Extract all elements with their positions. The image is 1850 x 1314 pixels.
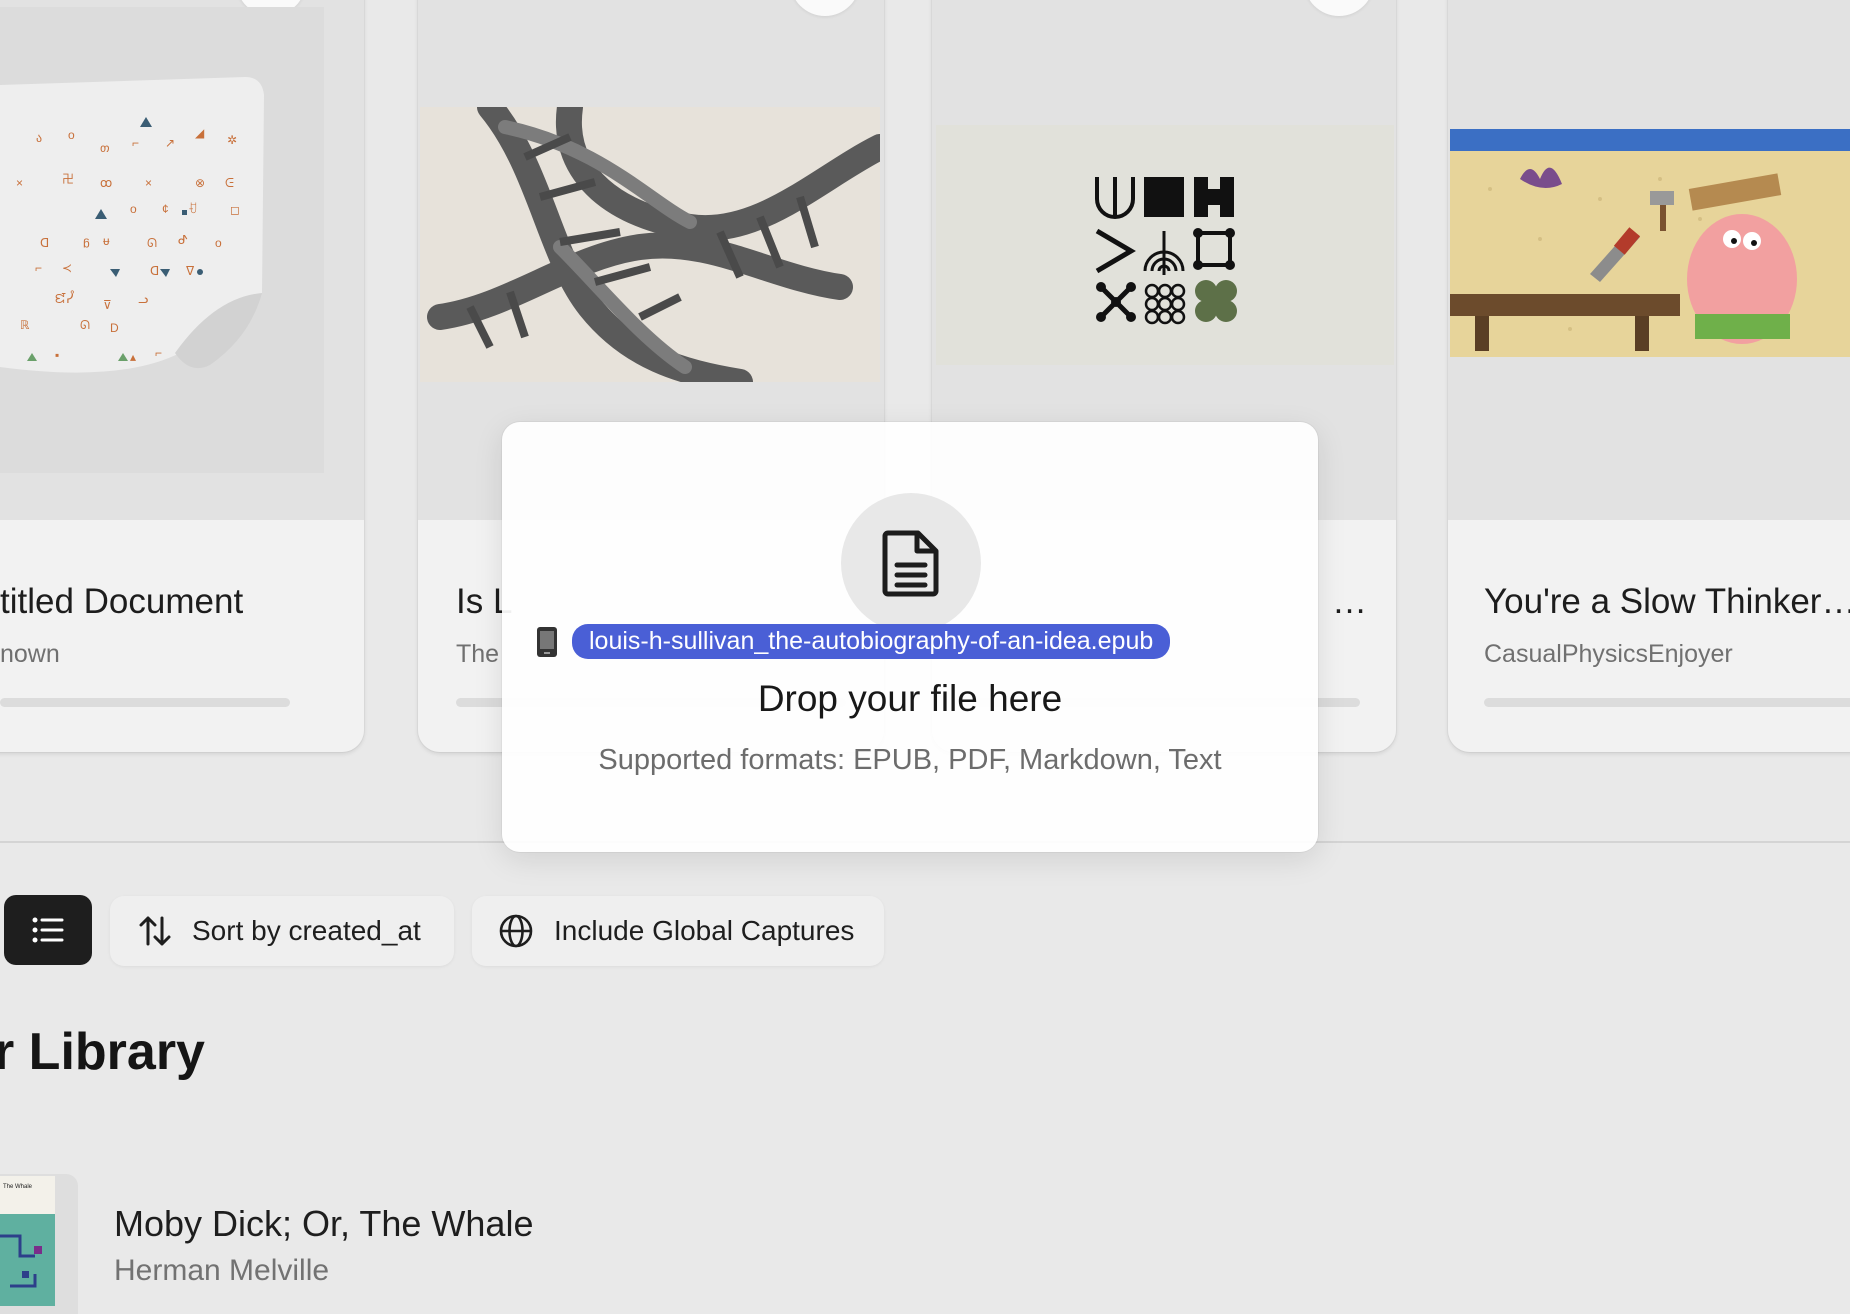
global-captures-label: Include Global Captures: [554, 915, 855, 946]
svg-text:o: o: [68, 128, 75, 142]
svg-text:¢: ¢: [162, 202, 169, 216]
supported-formats: Supported formats: EPUB, PDF, Markdown, …: [598, 744, 1222, 776]
list-view-button[interactable]: [4, 895, 92, 965]
svg-text:ᕮ: ᕮ: [225, 176, 234, 190]
card-author: nown: [0, 640, 60, 668]
svg-text:ᘿᓮ: ᘿᓮ: [55, 289, 74, 306]
svg-text:×: ×: [145, 176, 152, 190]
book-cover: ა o თ ⌐ ↗ ◢ ✲ × 卍 ꝏ × ⊗ ᕮ o ¢ ꀀ ◻ ᗡ ᵷᵾ ᘏ ᕷ o ⌐ ≺ ᗡ ᐁ ᘿᓮ ⊽ ᓗ ℝ ᘏ D…: [0, 7, 324, 473]
sort-button[interactable]: Sort by created_at: [110, 896, 454, 966]
progress-bar: [0, 698, 290, 707]
book-card[interactable]: ა o თ ⌐ ↗ ◢ ✲ × 卍 ꝏ × ⊗ ᕮ o ¢ ꀀ ◻ ᗡ ᵷᵾ ᘏ ᕷ o ⌐ ≺ ᗡ ᐁ ᘿᓮ ⊽ ᓗ ℝ ᘏ D…: [0, 0, 364, 752]
svg-text:⌐: ⌐: [155, 346, 162, 360]
book-thumbnail[interactable]: The Whale: [0, 1176, 55, 1306]
svg-text:ᐁ: ᐁ: [186, 264, 195, 278]
svg-text:თ: თ: [100, 141, 110, 155]
card-title: …: [1332, 582, 1367, 621]
svg-text:ᓗ: ᓗ: [138, 292, 148, 306]
svg-text:↗: ↗: [165, 136, 175, 150]
library-title: r Library: [0, 1023, 205, 1081]
svg-text:▪: ▪: [55, 348, 59, 362]
sort-label: Sort by created_at: [192, 915, 421, 946]
book-title[interactable]: Moby Dick; Or, The Whale: [114, 1203, 533, 1245]
svg-text:ა: ა: [36, 131, 42, 145]
svg-text:▴: ▴: [130, 350, 136, 364]
dragged-file: louis-h-sullivan_the-autobiography-of-an…: [536, 624, 1171, 659]
svg-text:≺: ≺: [62, 261, 72, 275]
card-title: You're a Slow Thinker…: [1484, 582, 1850, 621]
svg-text:o: o: [130, 202, 137, 216]
globe-icon: [499, 914, 533, 948]
svg-text:◢: ◢: [195, 126, 205, 140]
svg-text:⌐: ⌐: [35, 261, 42, 275]
svg-text:ꝏ: ꝏ: [100, 176, 112, 190]
book-cover: [936, 125, 1394, 365]
svg-text:✲: ✲: [227, 133, 237, 147]
dragged-file-name: louis-h-sullivan_the-autobiography-of-an…: [572, 624, 1171, 659]
document-icon: [841, 493, 981, 633]
book-cover-text: The Whale: [3, 1184, 33, 1190]
svg-text:◻: ◻: [230, 203, 240, 217]
card-info: You're a Slow Thinker… CasualPhysicsEnjo…: [1448, 520, 1850, 752]
card-info: titled Document nown: [0, 520, 364, 752]
book-author: Herman Melville: [114, 1254, 330, 1287]
list-icon: [32, 917, 64, 943]
svg-text:ꀀ: ꀀ: [188, 202, 197, 216]
phone-file-icon: [537, 626, 557, 657]
svg-text:ᵷ: ᵷ: [83, 234, 90, 248]
svg-text:ℝ: ℝ: [20, 318, 30, 332]
drop-title: Drop your file here: [757, 678, 1063, 719]
card-title: titled Document: [0, 582, 244, 621]
book-cover: [420, 107, 880, 382]
drop-zone-overlay[interactable]: louis-h-sullivan_the-autobiography-of-an…: [502, 422, 1318, 852]
more-dots-icon[interactable]: [790, 0, 860, 16]
svg-text:×: ×: [16, 176, 23, 190]
svg-text:ᗡ: ᗡ: [150, 264, 159, 278]
progress-bar: [1484, 698, 1850, 707]
svg-text:⊗: ⊗: [195, 176, 205, 190]
book-card[interactable]: You're a Slow Thinker… CasualPhysicsEnjo…: [1448, 0, 1850, 752]
svg-text:ᗡ: ᗡ: [40, 236, 49, 250]
more-dots-icon[interactable]: [1304, 0, 1374, 16]
svg-text:⌐: ⌐: [132, 136, 139, 150]
card-author: The: [456, 640, 500, 668]
svg-text:o: o: [215, 236, 222, 250]
svg-text:ᘏ: ᘏ: [147, 236, 157, 250]
book-cover: [1450, 129, 1850, 357]
svg-text:ᘏ: ᘏ: [80, 318, 90, 332]
include-global-captures-button[interactable]: Include Global Captures: [472, 896, 884, 966]
svg-text:ᵾ: ᵾ: [103, 234, 110, 248]
card-author: CasualPhysicsEnjoyer: [1484, 640, 1733, 668]
svg-text:ᕷ: ᕷ: [178, 233, 188, 247]
svg-text:D: D: [110, 321, 119, 335]
sort-arrows-icon: [139, 916, 171, 946]
svg-text:卍: 卍: [62, 172, 74, 186]
svg-text:⊽: ⊽: [103, 298, 112, 312]
